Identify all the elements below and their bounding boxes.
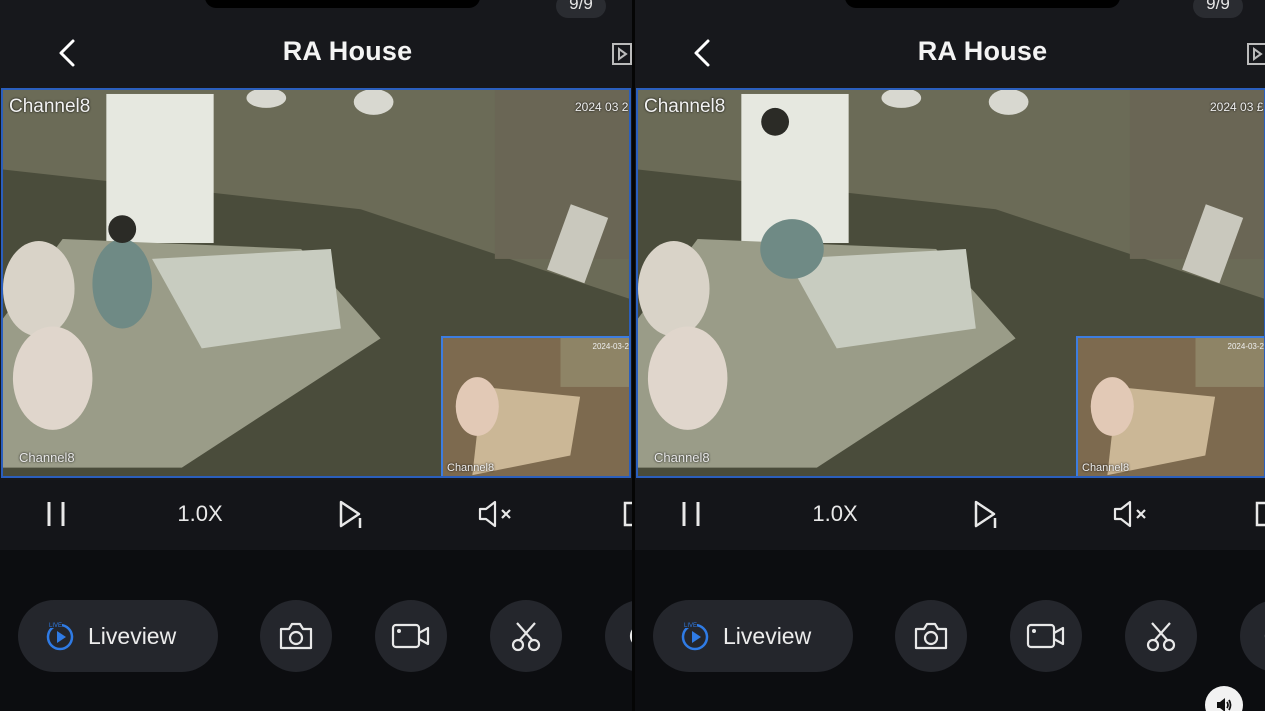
playback-icon[interactable] — [610, 42, 632, 66]
page-counter: 9/9 — [556, 0, 606, 18]
pause-icon — [682, 502, 700, 526]
action-toolbar: LIVE Liveview — [635, 550, 1265, 711]
scissors-icon — [511, 622, 541, 652]
play-next-icon — [974, 500, 997, 528]
video-feed[interactable]: Channel8 2024 03 £ Channel8 2024-03-2 Ch… — [636, 88, 1265, 478]
fullscreen-icon — [1255, 501, 1265, 527]
mute-button[interactable] — [1109, 492, 1153, 536]
page-title: RA House — [917, 36, 1048, 66]
camera-icon — [914, 622, 948, 650]
video-record-icon — [391, 623, 430, 649]
record-button[interactable] — [1010, 600, 1082, 672]
pip-scene — [1078, 338, 1264, 476]
app-panel-right: 9/9 RA House Channel8 2024 03 £ Channel8 — [635, 0, 1265, 711]
more-button[interactable] — [1240, 600, 1265, 672]
playback-controls: 1.0X — [0, 480, 632, 550]
liveview-button[interactable]: LIVE Liveview — [18, 600, 218, 672]
playback-icon[interactable] — [1245, 42, 1265, 66]
live-icon: LIVE — [46, 621, 74, 651]
fullscreen-button[interactable] — [618, 492, 632, 536]
pause-button[interactable] — [36, 492, 76, 536]
timestamp: 2024 03 £ — [1210, 100, 1264, 114]
page-title: RA House — [282, 36, 413, 66]
next-frame-button[interactable] — [965, 492, 1005, 536]
channel-label-bottom: Channel8 — [654, 450, 710, 465]
liveview-label: Liveview — [88, 622, 177, 649]
svg-text:LIVE: LIVE — [49, 623, 62, 629]
liveview-button[interactable]: LIVE Liveview — [653, 600, 853, 672]
page-counter: 9/9 — [1193, 0, 1243, 18]
playback-controls: 1.0X — [635, 480, 1265, 550]
pip-timestamp: 2024-03-2 — [592, 342, 629, 351]
video-record-icon — [1026, 623, 1065, 649]
scissors-icon — [1146, 622, 1176, 652]
channel-label: Channel8 — [644, 96, 726, 117]
speed-button[interactable]: 1.0X — [170, 492, 230, 536]
speed-button[interactable]: 1.0X — [805, 492, 865, 536]
mute-button[interactable] — [474, 492, 518, 536]
mute-icon — [1113, 500, 1146, 528]
notch — [845, 0, 1120, 8]
clip-button[interactable] — [490, 600, 562, 672]
pip-video[interactable]: 2024-03-2 Channel8 — [441, 336, 629, 476]
notch — [205, 0, 480, 8]
mute-icon — [478, 500, 511, 528]
fullscreen-button[interactable] — [1253, 492, 1265, 536]
snapshot-button[interactable] — [895, 600, 967, 672]
fullscreen-icon — [623, 501, 632, 527]
pip-scene — [443, 338, 629, 476]
sound-icon — [1217, 698, 1232, 711]
camera-icon — [279, 622, 313, 650]
pip-video[interactable]: 2024-03-2 Channel8 — [1076, 336, 1264, 476]
timestamp: 2024 03 2 — [575, 100, 629, 114]
action-toolbar: LIVE Liveview — [0, 550, 632, 711]
sound-button[interactable] — [1205, 686, 1243, 711]
pause-button[interactable] — [671, 492, 711, 536]
snapshot-button[interactable] — [260, 600, 332, 672]
live-icon: LIVE — [681, 621, 709, 651]
record-button[interactable] — [375, 600, 447, 672]
pip-channel-label: Channel8 — [1082, 462, 1130, 474]
channel-label-bottom: Channel8 — [19, 450, 75, 465]
clip-button[interactable] — [1125, 600, 1197, 672]
video-feed[interactable]: Channel8 2024 03 2 Channel8 2024-03-2 Ch… — [1, 88, 631, 478]
app-panel-left: 9/9 RA House Channel8 2024 03 2 Channel8 — [0, 0, 632, 711]
more-button[interactable] — [605, 600, 632, 672]
svg-text:LIVE: LIVE — [684, 623, 697, 629]
more-icon — [1264, 634, 1265, 638]
pip-timestamp: 2024-03-2 — [1227, 342, 1264, 351]
pip-channel-label: Channel8 — [447, 462, 495, 474]
liveview-label: Liveview — [723, 622, 812, 649]
play-next-icon — [339, 500, 362, 528]
next-frame-button[interactable] — [330, 492, 370, 536]
channel-label: Channel8 — [9, 96, 91, 117]
pause-icon — [47, 502, 65, 526]
